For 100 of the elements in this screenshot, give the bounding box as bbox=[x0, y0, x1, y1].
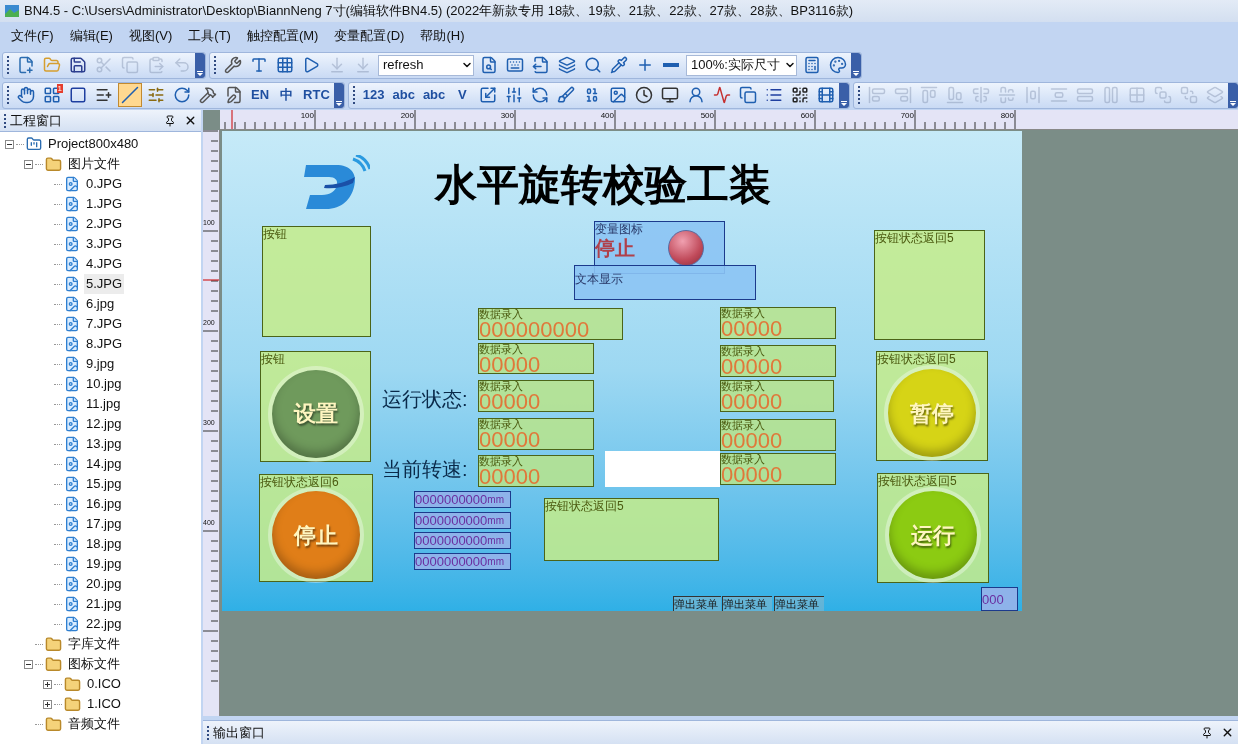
tree-item[interactable]: 6.jpg bbox=[84, 294, 117, 314]
widget-label: 按钮状态返回6 bbox=[260, 475, 340, 489]
menu-item[interactable]: 变量配置(D) bbox=[326, 26, 413, 46]
button-widget[interactable]: 按钮状态返回6 停止 bbox=[259, 474, 373, 582]
tree-item[interactable]: 1.ICO bbox=[85, 694, 123, 714]
tree-item[interactable]: 14.jpg bbox=[84, 454, 124, 474]
tree-item[interactable]: 音频文件 bbox=[66, 714, 122, 734]
tree-item[interactable]: 22.jpg bbox=[84, 614, 124, 634]
menu-item[interactable]: 编辑(E) bbox=[61, 26, 121, 46]
data-entry-widget[interactable]: 数据录入 00000 bbox=[720, 453, 836, 485]
menu-item[interactable]: 视图(V) bbox=[120, 26, 181, 46]
menu-item[interactable]: 触控配置(M) bbox=[238, 26, 327, 46]
pointer-hand-icon bbox=[17, 86, 35, 104]
close-icon[interactable] bbox=[184, 114, 197, 127]
data-entry-widget[interactable]: 数据录入 00000 bbox=[478, 455, 594, 487]
tree-item[interactable]: 15.jpg bbox=[84, 474, 124, 494]
tree-item[interactable]: 12.jpg bbox=[84, 414, 124, 434]
tree-item[interactable]: 9.jpg bbox=[84, 354, 117, 374]
grip-icon[interactable] bbox=[858, 86, 861, 104]
brush-icon bbox=[557, 86, 576, 104]
grip-icon[interactable] bbox=[352, 86, 355, 104]
tree-item[interactable]: 19.jpg bbox=[84, 554, 124, 574]
tree-item[interactable]: 图片文件 bbox=[66, 154, 122, 174]
data-entry-widget[interactable]: 数据录入 00000 bbox=[720, 419, 836, 451]
toolbar-overflow-button[interactable] bbox=[195, 52, 205, 78]
tree-item[interactable]: 20.jpg bbox=[84, 574, 124, 594]
data-entry-widget[interactable]: 数据录入 00000 bbox=[720, 380, 834, 412]
folder-icon bbox=[64, 695, 81, 713]
tree-item[interactable]: 18.jpg bbox=[84, 534, 124, 554]
data-entry-widget[interactable]: 数据录入 000000000 bbox=[478, 308, 623, 340]
collapse-icon[interactable] bbox=[5, 139, 14, 149]
tree-item[interactable]: 4.JPG bbox=[84, 254, 125, 274]
tree-item[interactable]: 7.JPG bbox=[84, 314, 125, 334]
popup-menu-button[interactable]: 弹出菜单 bbox=[774, 596, 824, 611]
menu-item[interactable]: 文件(F) bbox=[3, 26, 62, 46]
tools-icon bbox=[199, 86, 217, 104]
tree-item[interactable]: 5.JPG bbox=[84, 274, 125, 294]
toolbar-overflow-button[interactable] bbox=[850, 52, 861, 78]
data-entry-widget[interactable]: 数据录入 00000 bbox=[478, 380, 594, 412]
toolbar-button[interactable]: 1 bbox=[40, 83, 64, 107]
image-file-icon bbox=[64, 276, 80, 292]
toolbar-button[interactable]: V bbox=[450, 83, 475, 107]
collapse-icon[interactable] bbox=[24, 159, 33, 169]
tree-item[interactable]: 16.jpg bbox=[84, 494, 124, 514]
same-width-icon bbox=[1076, 86, 1095, 104]
button-widget[interactable]: 按钮 bbox=[262, 226, 371, 337]
data-entry-widget[interactable]: 数据录入 00000 bbox=[720, 345, 836, 377]
text-cursor-icon bbox=[250, 56, 268, 74]
toolbar-button[interactable]: abc bbox=[389, 83, 418, 107]
tree-item[interactable]: 0.JPG bbox=[84, 174, 125, 194]
button-widget[interactable]: 按钮状态返回5 bbox=[874, 230, 985, 340]
data-entry-widget[interactable]: 数据录入 00000 bbox=[478, 418, 594, 450]
toolbar-button[interactable]: RTC bbox=[300, 83, 333, 107]
number-display: 0000000000mm bbox=[414, 532, 511, 549]
pin-icon[interactable] bbox=[164, 114, 176, 127]
popup-menu-button[interactable]: 弹出菜单 bbox=[673, 596, 721, 611]
toolbar-button[interactable]: 123 bbox=[359, 83, 388, 107]
tree-item[interactable]: 13.jpg bbox=[84, 434, 124, 454]
tree-item[interactable]: 1.JPG bbox=[84, 194, 125, 214]
toolbar-overflow-button[interactable] bbox=[839, 82, 850, 108]
data-entry-widget[interactable]: 数据录入 00000 bbox=[720, 307, 836, 339]
align-left-icon bbox=[868, 86, 887, 104]
pin-icon[interactable] bbox=[1201, 726, 1213, 739]
entry-value: 00000 bbox=[479, 430, 542, 450]
tree-item[interactable]: 0.ICO bbox=[85, 674, 123, 694]
toolbar-overflow-button[interactable] bbox=[333, 82, 344, 108]
toolbar-button[interactable]: EN bbox=[248, 83, 273, 107]
tree-item[interactable]: 11.jpg bbox=[84, 394, 123, 414]
popup-menu-button[interactable]: 弹出菜单 bbox=[722, 596, 772, 611]
toolbar-button[interactable]: 中 bbox=[274, 83, 299, 107]
dropdown-field[interactable]: 100%:实际尺寸 bbox=[686, 54, 797, 76]
tree-item[interactable]: 字库文件 bbox=[66, 634, 122, 654]
image-file-icon bbox=[64, 176, 80, 192]
expand-icon[interactable] bbox=[43, 699, 52, 709]
tree-item[interactable]: Project800x480 bbox=[46, 134, 141, 154]
tree-item[interactable]: 3.JPG bbox=[84, 234, 125, 254]
tree-item[interactable]: 17.jpg bbox=[84, 514, 124, 534]
button-widget[interactable]: 按钮状态返回5 暂停 bbox=[876, 351, 988, 461]
tree-item[interactable]: 8.JPG bbox=[84, 334, 125, 354]
button-widget[interactable]: 按钮 设置 bbox=[260, 351, 371, 462]
zoom-out-icon bbox=[663, 63, 679, 67]
dropdown-field[interactable]: refresh bbox=[378, 54, 474, 76]
widget-label: 数据录入 bbox=[721, 381, 766, 392]
toolbar-button[interactable]: abc bbox=[419, 83, 449, 107]
collapse-icon[interactable] bbox=[24, 659, 33, 669]
chart-line-icon bbox=[713, 86, 732, 104]
toolbar-overflow-button[interactable] bbox=[1228, 82, 1238, 108]
button-widget[interactable]: 按钮状态返回5 运行 bbox=[877, 473, 989, 583]
close-icon[interactable] bbox=[1221, 726, 1234, 739]
button-widget[interactable]: 按钮状态返回5 bbox=[544, 498, 719, 561]
expand-icon[interactable] bbox=[43, 679, 52, 689]
input-field[interactable] bbox=[605, 451, 720, 487]
tree-item[interactable]: 10.jpg bbox=[84, 374, 124, 394]
menu-item[interactable]: 帮助(H) bbox=[412, 26, 473, 46]
tree-item[interactable]: 图标文件 bbox=[66, 654, 122, 674]
widget-label: 数据录入 bbox=[721, 346, 766, 357]
data-entry-widget[interactable]: 数据录入 00000 bbox=[478, 343, 594, 374]
tree-item[interactable]: 2.JPG bbox=[84, 214, 125, 234]
tree-item[interactable]: 21.jpg bbox=[84, 594, 124, 614]
menu-item[interactable]: 工具(T) bbox=[180, 26, 239, 46]
